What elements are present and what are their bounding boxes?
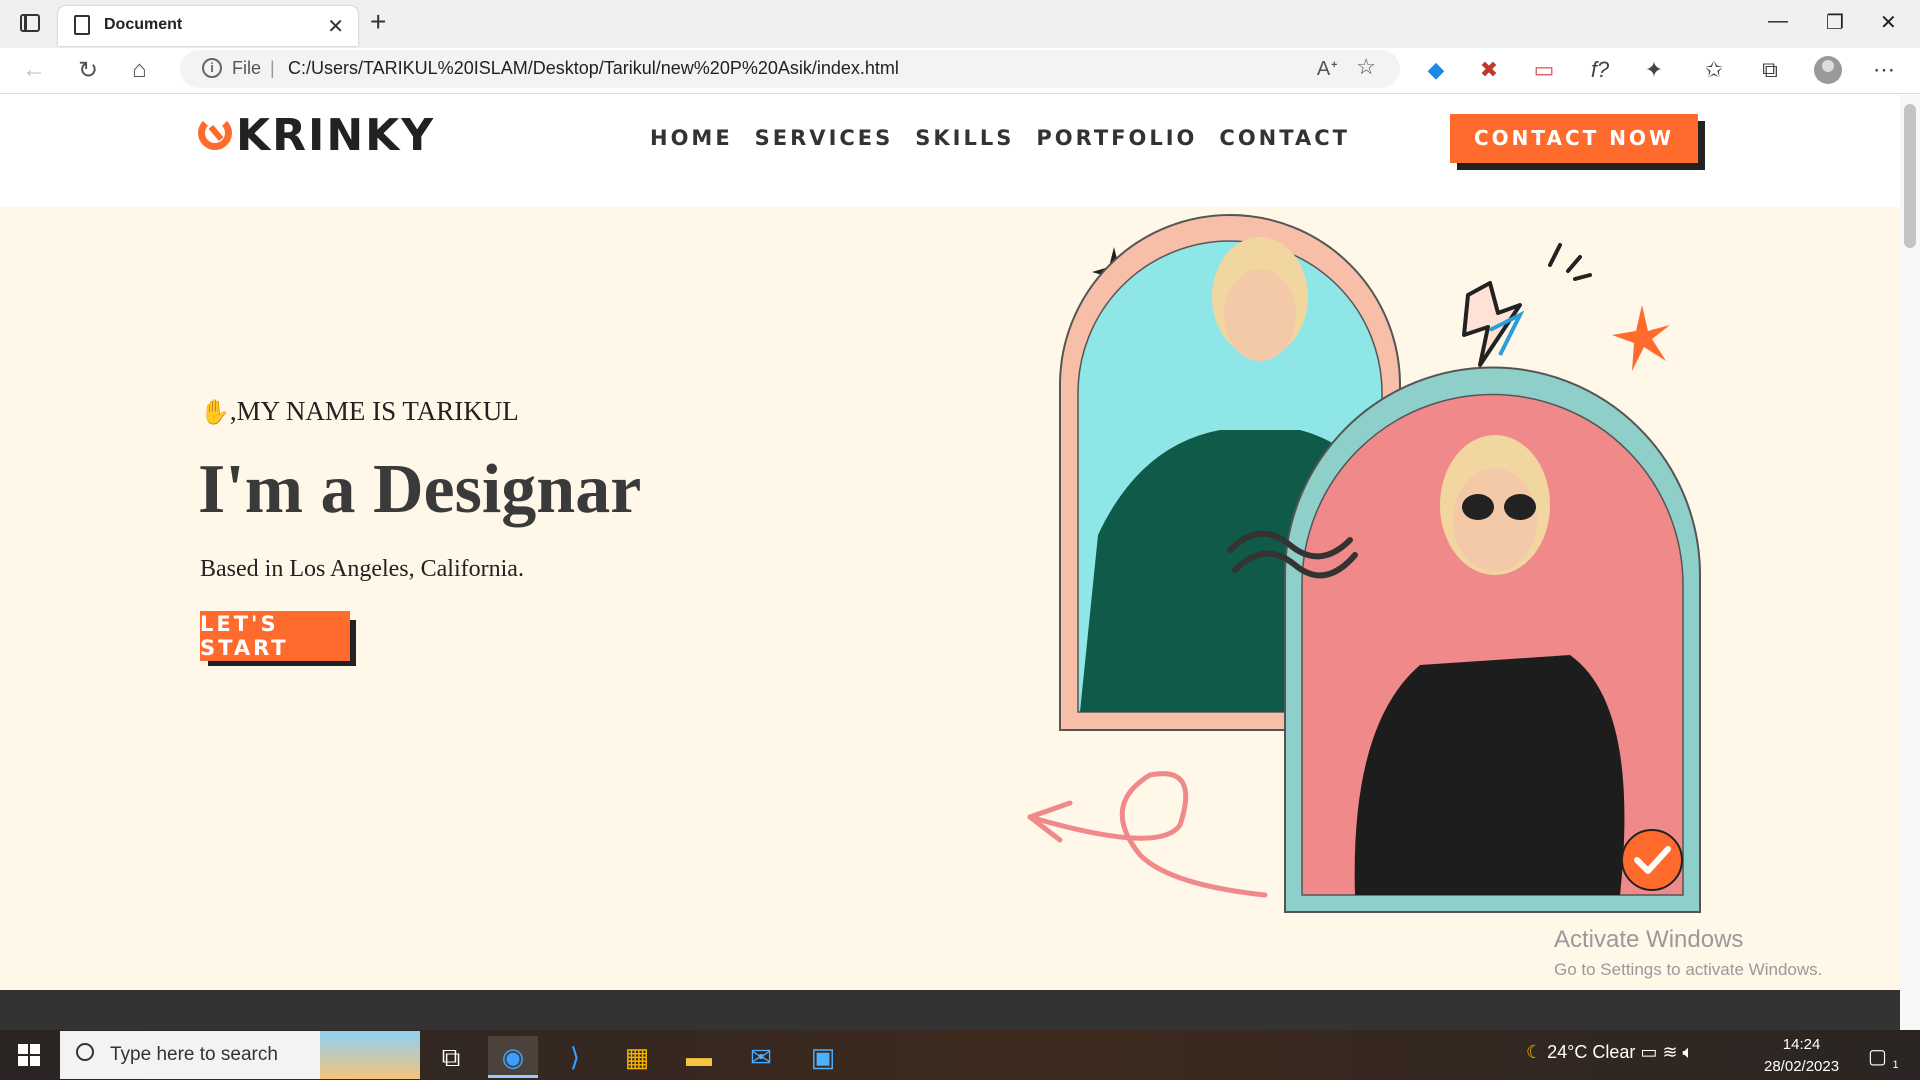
restore-button[interactable]: ❐ — [1826, 10, 1844, 35]
logo-text: KRINKY — [236, 110, 436, 161]
main-nav: HOME SERVICES SKILLS PORTFOLIO CONTACT — [650, 126, 1350, 150]
notification-count: 1 — [1892, 1059, 1899, 1071]
home-button[interactable]: ⌂ — [132, 56, 147, 84]
extension-cross-icon[interactable]: ✖ — [1477, 58, 1501, 82]
extension-calendar-icon[interactable]: ▭ — [1532, 58, 1556, 82]
nav-portfolio[interactable]: PORTFOLIO — [1036, 126, 1197, 150]
collections-icon[interactable]: ⧉ — [1758, 58, 1782, 82]
spark-lines — [1548, 243, 1592, 281]
person-one-face — [1224, 269, 1296, 361]
start-windows-icon[interactable] — [18, 1044, 40, 1066]
logo-mark-icon — [198, 116, 232, 150]
tab-title: Document — [104, 16, 183, 33]
volume-icon: 🔈︎ — [1682, 1042, 1694, 1062]
person-two-face — [1453, 468, 1537, 572]
taskbar-clock[interactable]: 14:24 28/02/2023 — [1764, 1034, 1839, 1078]
weather-text: 24°C Clear — [1547, 1042, 1636, 1062]
lets-start-button[interactable]: LET'S START — [200, 611, 350, 661]
file-label: File — [232, 58, 262, 78]
refresh-button[interactable]: ↻ — [78, 56, 98, 85]
url-text[interactable]: C:/Users/TARIKUL%20ISLAM/Desktop/Tarikul… — [288, 58, 899, 79]
arrow-scribble — [1027, 771, 1268, 898]
time-text: 14:24 — [1782, 1036, 1821, 1053]
check-badge — [1621, 829, 1683, 891]
edge-icon[interactable]: ◉ — [488, 1036, 538, 1078]
greeting-text: ,MY NAME IS TARIKUL — [229, 396, 519, 426]
sunglasses-left — [1462, 494, 1494, 520]
separator: | — [270, 58, 275, 78]
more-menu-icon[interactable]: ⋯ — [1872, 58, 1896, 82]
next-section-strip — [0, 990, 1900, 1030]
greeting: ✋,MY NAME IS TARIKUL — [200, 396, 519, 427]
close-tab-icon[interactable]: ✕ — [327, 14, 344, 39]
date-text: 28/02/2023 — [1764, 1058, 1840, 1075]
activate-windows-title: Activate Windows — [1554, 926, 1744, 953]
battery-icon: ▭ — [1640, 1042, 1658, 1062]
read-aloud-icon[interactable]: Aᐩ — [1317, 56, 1338, 81]
nav-services[interactable]: SERVICES — [755, 126, 894, 150]
favorites-icon[interactable]: ✩ — [1702, 58, 1726, 82]
notification-center[interactable]: ▢ 1 — [1868, 1044, 1899, 1071]
hero-subtitle: Based in Los Angeles, California. — [200, 556, 524, 582]
photos-icon[interactable]: ▣ — [798, 1036, 848, 1078]
store-icon[interactable]: ▦ — [612, 1036, 662, 1078]
contact-now-button[interactable]: CONTACT NOW — [1450, 114, 1698, 163]
orange-star-icon — [1612, 305, 1670, 371]
mail-icon[interactable]: ✉ — [736, 1036, 786, 1078]
nav-home[interactable]: HOME — [650, 126, 733, 150]
profile-avatar[interactable] — [1814, 56, 1842, 84]
waving-hand-icon: ✋ — [200, 400, 230, 426]
vscode-icon[interactable]: ⟩ — [550, 1036, 600, 1078]
address-bar[interactable]: i File | C:/Users/TARIKUL%20ISLAM/Deskto… — [180, 50, 1400, 88]
sunglasses-right — [1504, 494, 1536, 520]
extension-colorful-icon[interactable]: ◆ — [1424, 58, 1448, 82]
add-favorite-icon[interactable]: ☆ — [1356, 54, 1376, 80]
hero-headline: I'm a Designar — [198, 451, 642, 528]
task-view-icon[interactable]: ⧉ — [426, 1036, 476, 1078]
document-icon — [74, 15, 90, 35]
wifi-icon: ≋ — [1662, 1042, 1678, 1062]
search-icon — [76, 1043, 94, 1061]
new-tab-button[interactable]: + — [370, 6, 386, 38]
close-window-button[interactable]: ✕ — [1880, 10, 1897, 35]
browser-tab[interactable]: Document ✕ — [58, 6, 358, 46]
taskbar-search[interactable]: Type here to search — [60, 1031, 420, 1079]
nav-skills[interactable]: SKILLS — [915, 126, 1014, 150]
formula-icon[interactable]: f? — [1588, 58, 1612, 82]
scrollbar-thumb[interactable] — [1904, 104, 1916, 248]
info-icon[interactable]: i — [202, 58, 222, 78]
nav-contact[interactable]: CONTACT — [1219, 126, 1350, 150]
moon-icon: ☾ — [1526, 1042, 1543, 1062]
search-highlight-image — [320, 1031, 420, 1079]
activate-windows-hint: Go to Settings to activate Windows. — [1554, 960, 1823, 979]
tab-actions-icon[interactable] — [20, 14, 40, 32]
lightning-icon — [1462, 281, 1522, 367]
system-tray[interactable]: ☾ 24°C Clear ▭ ≋ 🔈︎ — [1526, 1042, 1693, 1063]
search-placeholder: Type here to search — [110, 1044, 278, 1065]
back-button[interactable]: ← — [22, 56, 46, 84]
extensions-icon[interactable]: ✦ — [1642, 58, 1666, 82]
notification-icon: ▢ — [1868, 1046, 1887, 1068]
minimize-button[interactable]: — — [1768, 10, 1788, 33]
hero-illustration — [1027, 214, 1701, 913]
file-explorer-icon[interactable]: ▬ — [674, 1036, 724, 1078]
